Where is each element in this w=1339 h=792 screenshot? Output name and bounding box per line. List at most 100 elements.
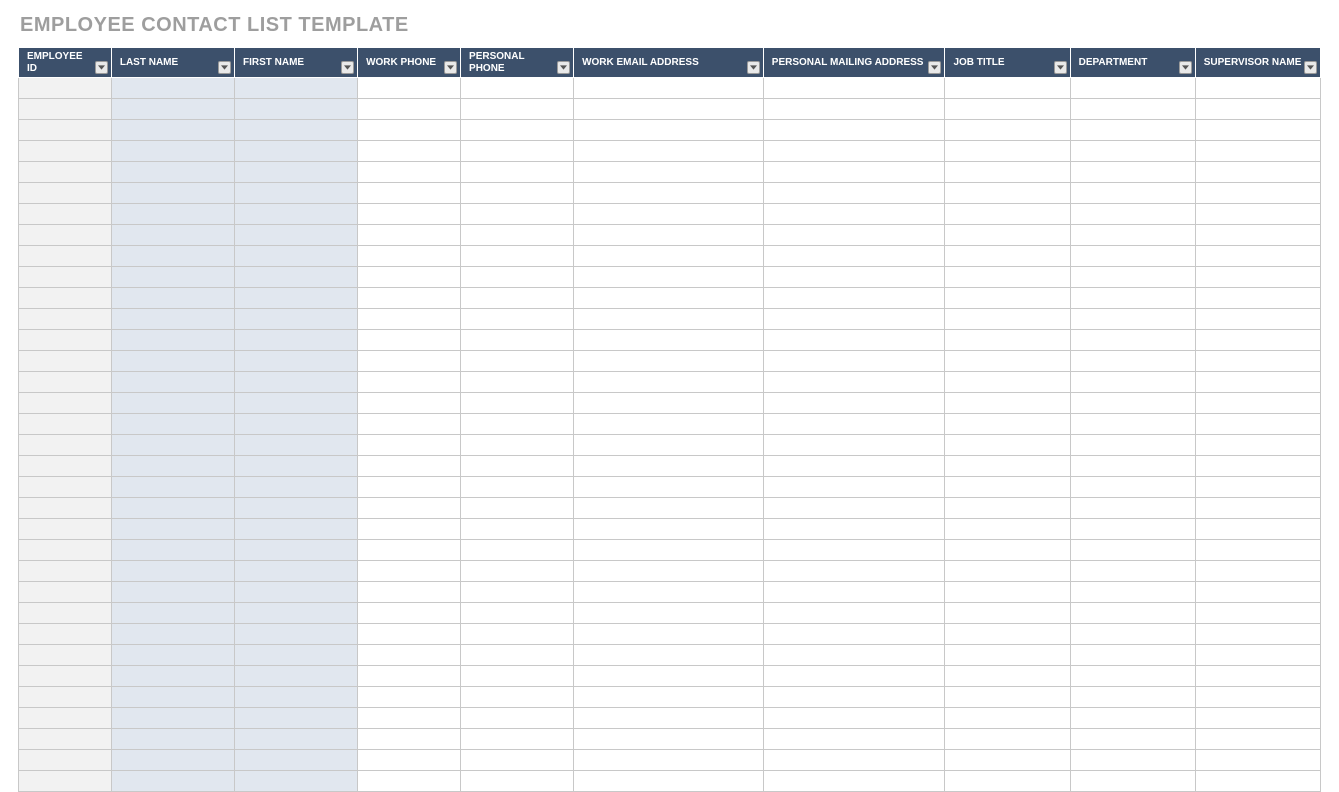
table-cell[interactable] (358, 267, 461, 288)
table-cell[interactable] (461, 624, 574, 645)
table-cell[interactable] (358, 771, 461, 792)
table-cell[interactable] (1070, 330, 1195, 351)
table-cell[interactable] (945, 309, 1070, 330)
table-cell[interactable] (358, 288, 461, 309)
table-cell[interactable] (234, 393, 357, 414)
table-cell[interactable] (358, 603, 461, 624)
table-cell[interactable] (945, 603, 1070, 624)
table-cell[interactable] (1070, 519, 1195, 540)
table-cell[interactable] (945, 666, 1070, 687)
col-header-work-email[interactable]: WORK EMAIL ADDRESS (574, 48, 764, 78)
table-cell[interactable] (1195, 645, 1320, 666)
table-cell[interactable] (1070, 204, 1195, 225)
table-cell[interactable] (234, 708, 357, 729)
table-cell[interactable] (358, 435, 461, 456)
table-cell[interactable] (574, 309, 764, 330)
table-cell[interactable] (1195, 204, 1320, 225)
table-cell[interactable] (945, 78, 1070, 99)
table-cell[interactable] (111, 393, 234, 414)
table-cell[interactable] (358, 687, 461, 708)
table-cell[interactable] (461, 99, 574, 120)
table-cell[interactable] (358, 141, 461, 162)
table-cell[interactable] (234, 519, 357, 540)
table-cell[interactable] (19, 456, 112, 477)
table-cell[interactable] (1195, 729, 1320, 750)
table-cell[interactable] (111, 645, 234, 666)
table-cell[interactable] (1070, 141, 1195, 162)
table-cell[interactable] (574, 540, 764, 561)
table-cell[interactable] (19, 351, 112, 372)
table-cell[interactable] (461, 309, 574, 330)
table-cell[interactable] (111, 477, 234, 498)
table-cell[interactable] (945, 771, 1070, 792)
table-cell[interactable] (19, 309, 112, 330)
table-cell[interactable] (1195, 540, 1320, 561)
table-cell[interactable] (234, 309, 357, 330)
table-cell[interactable] (234, 771, 357, 792)
table-cell[interactable] (1195, 456, 1320, 477)
table-cell[interactable] (1195, 519, 1320, 540)
table-cell[interactable] (358, 309, 461, 330)
table-cell[interactable] (461, 477, 574, 498)
table-cell[interactable] (945, 141, 1070, 162)
table-cell[interactable] (1070, 120, 1195, 141)
table-cell[interactable] (1195, 750, 1320, 771)
table-cell[interactable] (574, 414, 764, 435)
table-cell[interactable] (1070, 246, 1195, 267)
table-cell[interactable] (358, 519, 461, 540)
table-cell[interactable] (234, 351, 357, 372)
table-cell[interactable] (234, 288, 357, 309)
table-cell[interactable] (1070, 267, 1195, 288)
table-cell[interactable] (461, 435, 574, 456)
table-cell[interactable] (574, 750, 764, 771)
table-cell[interactable] (358, 729, 461, 750)
table-cell[interactable] (1195, 435, 1320, 456)
table-cell[interactable] (234, 225, 357, 246)
table-cell[interactable] (945, 204, 1070, 225)
table-cell[interactable] (1070, 729, 1195, 750)
table-cell[interactable] (1195, 162, 1320, 183)
table-cell[interactable] (945, 414, 1070, 435)
table-cell[interactable] (574, 120, 764, 141)
table-cell[interactable] (19, 603, 112, 624)
table-cell[interactable] (763, 330, 945, 351)
table-cell[interactable] (1195, 330, 1320, 351)
table-cell[interactable] (1195, 393, 1320, 414)
table-cell[interactable] (763, 309, 945, 330)
table-cell[interactable] (574, 729, 764, 750)
table-cell[interactable] (1195, 414, 1320, 435)
table-cell[interactable] (763, 120, 945, 141)
table-cell[interactable] (574, 183, 764, 204)
table-cell[interactable] (234, 162, 357, 183)
table-cell[interactable] (19, 225, 112, 246)
table-cell[interactable] (1070, 477, 1195, 498)
table-cell[interactable] (19, 267, 112, 288)
table-cell[interactable] (945, 246, 1070, 267)
table-cell[interactable] (945, 456, 1070, 477)
col-header-work-phone[interactable]: WORK PHONE (358, 48, 461, 78)
table-cell[interactable] (19, 477, 112, 498)
table-cell[interactable] (763, 435, 945, 456)
table-cell[interactable] (19, 141, 112, 162)
table-cell[interactable] (1195, 582, 1320, 603)
table-cell[interactable] (111, 687, 234, 708)
table-cell[interactable] (945, 120, 1070, 141)
table-cell[interactable] (461, 204, 574, 225)
table-cell[interactable] (461, 141, 574, 162)
table-cell[interactable] (763, 729, 945, 750)
table-cell[interactable] (111, 309, 234, 330)
table-cell[interactable] (111, 99, 234, 120)
table-cell[interactable] (574, 204, 764, 225)
table-cell[interactable] (763, 288, 945, 309)
table-cell[interactable] (1070, 414, 1195, 435)
table-cell[interactable] (1195, 687, 1320, 708)
table-cell[interactable] (574, 624, 764, 645)
table-cell[interactable] (234, 204, 357, 225)
table-cell[interactable] (461, 729, 574, 750)
table-cell[interactable] (111, 351, 234, 372)
table-cell[interactable] (574, 246, 764, 267)
table-cell[interactable] (1070, 309, 1195, 330)
table-cell[interactable] (234, 246, 357, 267)
table-cell[interactable] (945, 645, 1070, 666)
table-cell[interactable] (358, 477, 461, 498)
